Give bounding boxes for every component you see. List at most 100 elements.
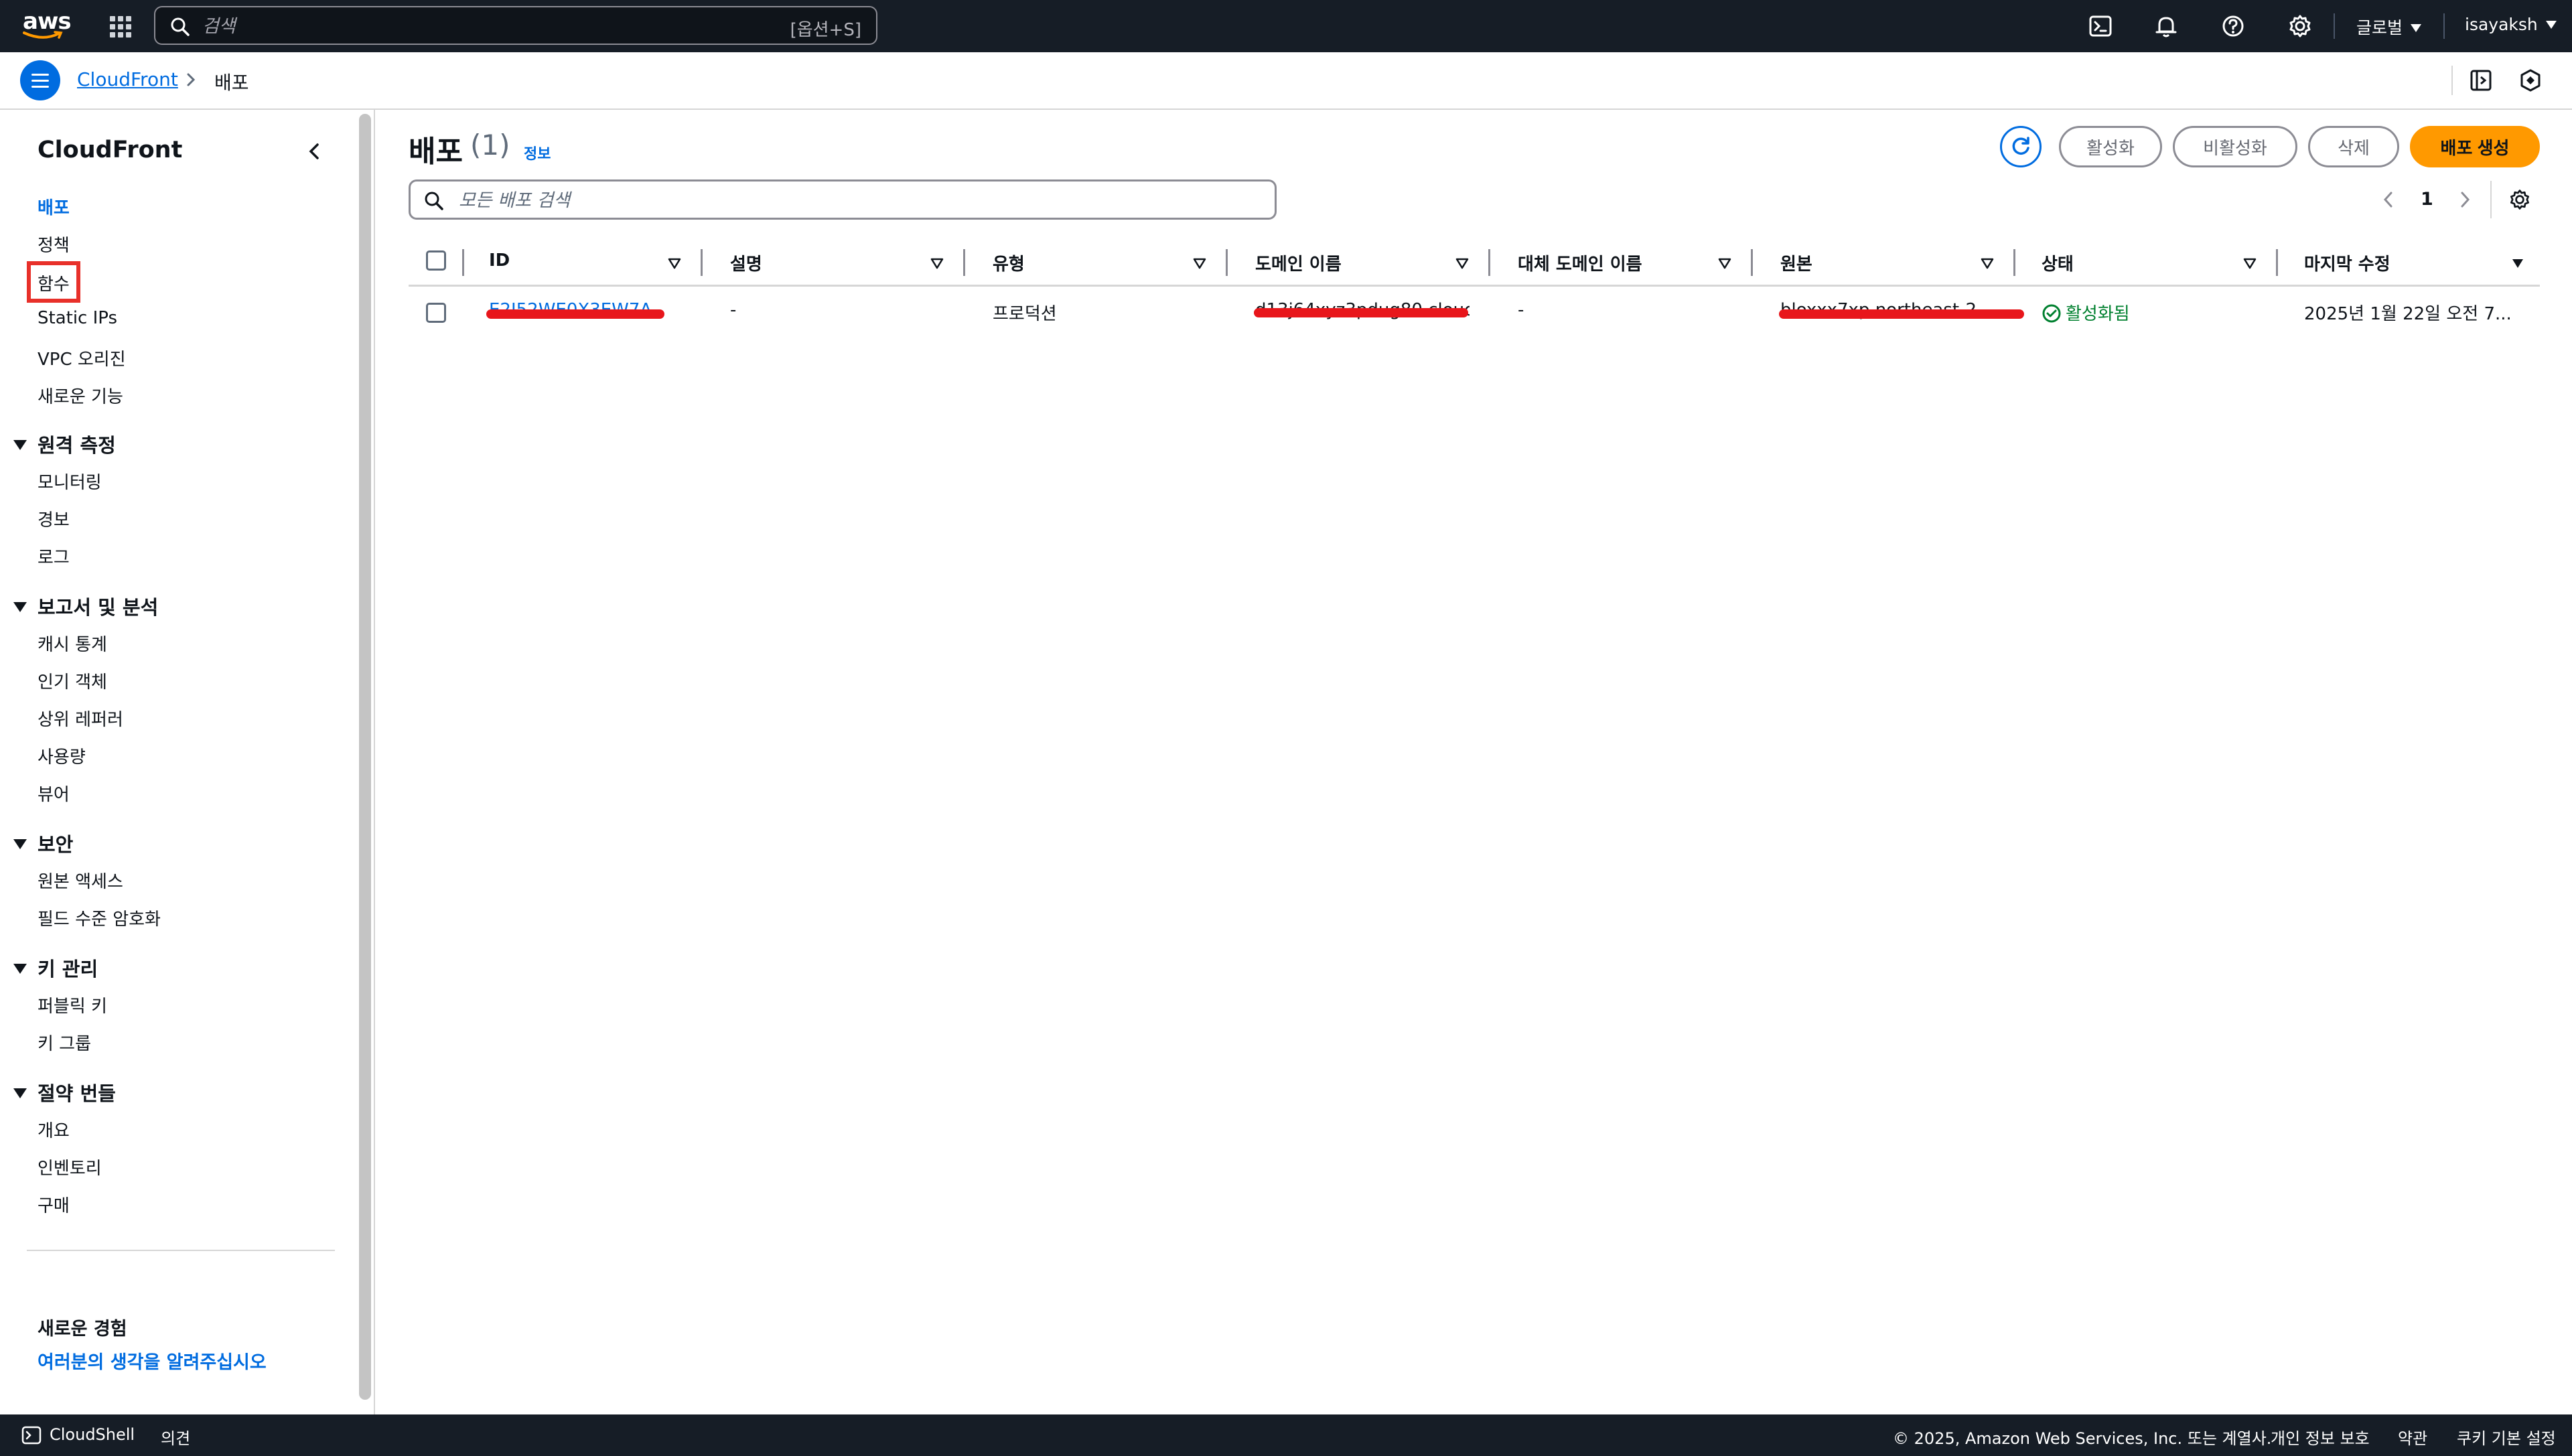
column-header-alternate-domain[interactable]: 대체 도메인 이름 xyxy=(1518,250,1642,277)
pagination-divider xyxy=(2490,181,2492,218)
global-search-input[interactable] xyxy=(202,13,738,40)
sidebar-item-origin-access[interactable]: 원본 액세스 xyxy=(38,868,123,893)
region-label: 글로벌 xyxy=(2356,18,2403,38)
table-row[interactable]: E2I52WE0X3EW7A - 프로덕션 d13j64xyz3pdug80.c… xyxy=(409,288,2540,342)
sidebar-item-static-ips[interactable]: Static IPs xyxy=(38,308,117,328)
sidebar-item-public-keys[interactable]: 퍼블릭 키 xyxy=(38,993,107,1017)
column-header-description[interactable]: 설명 xyxy=(730,250,762,277)
caret-down-icon xyxy=(13,440,27,450)
section-title: 보고서 및 분석 xyxy=(38,596,159,619)
feedback-footer-link[interactable]: 의견 xyxy=(161,1425,190,1449)
column-header-id[interactable]: ID xyxy=(489,250,510,277)
sort-icon[interactable] xyxy=(1455,256,1470,271)
hexagon-icon[interactable] xyxy=(2517,67,2544,94)
hamburger-menu-icon[interactable] xyxy=(20,60,60,100)
column-header-domain-name[interactable]: 도메인 이름 xyxy=(1255,250,1342,277)
account-menu[interactable]: isayaksh xyxy=(2465,15,2557,34)
row-select-checkbox[interactable] xyxy=(426,303,446,323)
select-all-checkbox[interactable] xyxy=(426,250,446,271)
sidebar-item-usage[interactable]: 사용량 xyxy=(38,743,86,768)
chevron-right-icon xyxy=(187,73,196,86)
sidebar-item-top-referrers[interactable]: 상위 레퍼러 xyxy=(38,706,123,731)
sidebar-item-vpc-origins[interactable]: VPC 오리진 xyxy=(38,346,126,370)
distribution-alternate-domain: - xyxy=(1518,300,1524,320)
collapse-sidebar-icon[interactable] xyxy=(304,139,324,163)
sidebar-item-alarms[interactable]: 경보 xyxy=(38,506,70,531)
sidebar-item-viewers[interactable]: 뷰어 xyxy=(38,781,70,806)
side-panel-icon[interactable] xyxy=(2468,67,2494,94)
sidebar-item-monitoring[interactable]: 모니터링 xyxy=(38,469,102,494)
feedback-link[interactable]: 여러분의 생각을 알려주십시오 xyxy=(38,1348,267,1374)
sidebar-section-telemetry[interactable]: 원격 측정 xyxy=(13,430,116,458)
sidebar-item-field-level-encryption[interactable]: 필드 수준 암호화 xyxy=(38,905,161,930)
redaction-mark xyxy=(1254,308,1468,317)
column-header-type[interactable]: 유형 xyxy=(993,250,1025,277)
sort-icon[interactable] xyxy=(2242,256,2257,271)
help-icon[interactable] xyxy=(2220,13,2246,40)
privacy-link[interactable]: 개인 정보 보호 xyxy=(2271,1425,2370,1449)
sidebar-section-security[interactable]: 보안 xyxy=(13,829,73,857)
cookie-preferences-link[interactable]: 쿠키 기본 설정 xyxy=(2457,1425,2556,1449)
column-header-status[interactable]: 상태 xyxy=(2042,250,2074,277)
distribution-type: 프로덕션 xyxy=(993,304,1057,324)
column-header-last-modified[interactable]: 마지막 수정 xyxy=(2304,250,2390,277)
account-username: isayaksh xyxy=(2465,15,2538,34)
sort-icon[interactable] xyxy=(930,256,944,271)
sidebar-section-savings-bundle[interactable]: 절약 번들 xyxy=(13,1078,116,1106)
refresh-button[interactable] xyxy=(2000,126,2042,167)
caret-down-icon xyxy=(13,839,27,849)
delete-button[interactable]: 삭제 xyxy=(2308,126,2399,167)
column-divider xyxy=(1226,249,1228,276)
sidebar-scrollbar[interactable] xyxy=(359,114,371,1400)
sidebar-item-logs[interactable]: 로그 xyxy=(38,544,70,569)
sort-icon[interactable] xyxy=(1192,256,1207,271)
sort-descending-icon[interactable] xyxy=(2510,256,2525,271)
info-link[interactable]: 정보 xyxy=(524,142,551,163)
sort-icon[interactable] xyxy=(1717,256,1732,271)
settings-gear-icon[interactable] xyxy=(2287,13,2313,40)
sort-icon[interactable] xyxy=(667,256,682,271)
sidebar-item-whats-new[interactable]: 새로운 기능 xyxy=(38,383,123,408)
disable-button[interactable]: 비활성화 xyxy=(2173,126,2297,167)
column-divider xyxy=(1751,249,1753,276)
distribution-filter-input[interactable] xyxy=(459,187,1196,214)
column-divider xyxy=(462,249,464,276)
table-preferences-gear-icon[interactable] xyxy=(2508,188,2532,212)
enable-button[interactable]: 활성화 xyxy=(2059,126,2162,167)
breadcrumb-cloudfront-link[interactable]: CloudFront xyxy=(77,68,178,90)
column-header-origin[interactable]: 원본 xyxy=(1780,250,1812,277)
distribution-filter[interactable] xyxy=(409,179,1277,220)
new-experience-title: 새로운 경험 xyxy=(38,1319,127,1339)
sidebar-item-distributions[interactable]: 배포 xyxy=(38,194,70,219)
cloudshell-icon[interactable] xyxy=(21,1425,42,1445)
sidebar-item-key-groups[interactable]: 키 그룹 xyxy=(38,1030,91,1055)
create-distribution-button[interactable]: 배포 생성 xyxy=(2410,126,2540,167)
status-badge: 활성화됨 xyxy=(2042,300,2130,325)
search-icon xyxy=(171,17,190,36)
aws-logo[interactable]: aws xyxy=(20,8,72,44)
sidebar-item-popular-objects[interactable]: 인기 객체 xyxy=(38,668,107,693)
sidebar-item-inventory[interactable]: 인벤토리 xyxy=(38,1155,102,1179)
previous-page-icon[interactable] xyxy=(2380,189,2397,210)
topnav-divider xyxy=(2334,13,2335,39)
sidebar-section-key-management[interactable]: 키 관리 xyxy=(13,954,98,982)
sidebar-item-cache-stats[interactable]: 캐시 통계 xyxy=(38,631,107,656)
notifications-bell-icon[interactable] xyxy=(2153,13,2180,40)
region-selector[interactable]: 글로벌 xyxy=(2356,15,2422,39)
sidebar-item-purchase[interactable]: 구매 xyxy=(38,1192,70,1217)
caret-down-icon xyxy=(2411,24,2422,32)
global-search[interactable]: [옵션+S] xyxy=(154,6,877,45)
topnav-divider xyxy=(2443,13,2445,39)
current-page-number[interactable]: 1 xyxy=(2421,189,2433,210)
sidebar-item-policies[interactable]: 정책 xyxy=(38,232,70,257)
cloudshell-icon[interactable] xyxy=(2087,13,2114,40)
services-menu-icon[interactable] xyxy=(107,13,134,40)
column-divider xyxy=(2013,249,2015,276)
next-page-icon[interactable] xyxy=(2457,189,2473,210)
terms-link[interactable]: 약관 xyxy=(2398,1425,2427,1449)
sort-icon[interactable] xyxy=(1980,256,1995,271)
cloudshell-link[interactable]: CloudShell xyxy=(50,1425,135,1444)
caret-down-icon xyxy=(13,602,27,612)
sidebar-item-overview[interactable]: 개요 xyxy=(38,1117,70,1142)
sidebar-section-reports[interactable]: 보고서 및 분석 xyxy=(13,592,158,620)
